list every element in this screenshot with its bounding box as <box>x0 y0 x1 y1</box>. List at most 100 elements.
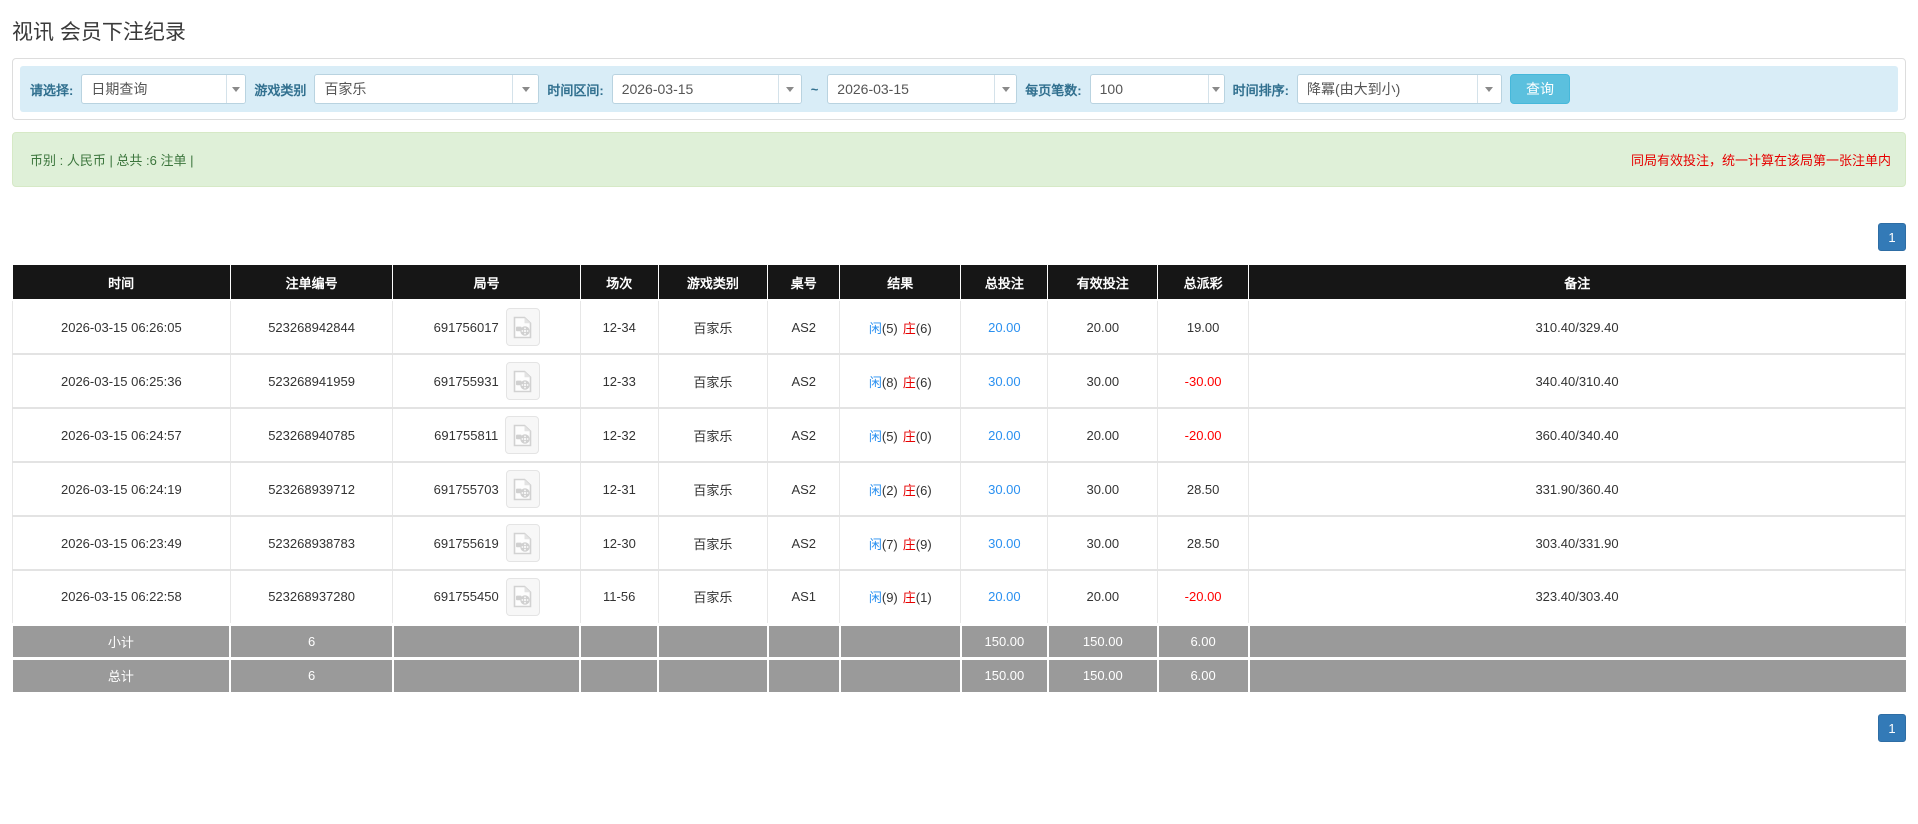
payout: -20.00 <box>1157 408 1250 463</box>
page-size-dropdown-arrow[interactable] <box>1208 75 1224 103</box>
query-type-select[interactable] <box>81 74 247 104</box>
video-file-icon <box>513 316 532 338</box>
total-bet-link[interactable]: 20.00 <box>988 428 1021 443</box>
date-from-value[interactable] <box>612 75 779 103</box>
query-type-dropdown-arrow[interactable] <box>226 75 246 103</box>
video-file-icon <box>513 370 532 392</box>
player-label: 闲 <box>868 482 882 498</box>
page-1-button[interactable]: 1 <box>1878 223 1906 251</box>
subtotal-payout: 6.00 <box>1157 622 1250 658</box>
video-file-icon <box>513 424 532 446</box>
date-from-select[interactable] <box>611 74 802 104</box>
chevron-down-icon <box>232 86 241 92</box>
header-payout: 总派彩 <box>1157 265 1250 301</box>
chevron-down-icon <box>1001 86 1010 92</box>
session: 12-30 <box>579 516 659 571</box>
valid-bet: 30.00 <box>1047 462 1159 517</box>
banker-points: (9) <box>915 536 932 552</box>
time-sort-label: 时间排序: <box>1232 82 1289 98</box>
game-category-dropdown-arrow[interactable] <box>511 75 539 103</box>
remark: 340.40/310.40 <box>1248 354 1906 409</box>
game-category-value[interactable] <box>315 75 512 103</box>
date-to-value[interactable] <box>828 75 995 103</box>
video-replay-button[interactable] <box>505 524 540 562</box>
video-file-icon <box>513 478 532 500</box>
page-size-value[interactable] <box>1090 75 1209 103</box>
header-total-bet: 总投注 <box>960 265 1049 301</box>
pagination-top: 1 <box>12 223 1906 251</box>
payout: 28.50 <box>1157 462 1250 517</box>
filter-panel: 请选择: 游戏类别 时间区间: ~ 每页笔数: 时间排序: <box>12 58 1906 120</box>
banker-label: 庄 <box>902 482 916 498</box>
valid-bet: 20.00 <box>1047 408 1159 463</box>
round-number: 691755931 <box>433 373 499 389</box>
round-number-cell: 691755450 <box>392 570 581 625</box>
banker-points: (1) <box>915 590 932 606</box>
order-number: 523268938783 <box>229 516 394 571</box>
date-from-dropdown-arrow[interactable] <box>778 75 801 103</box>
chevron-down-icon <box>1485 86 1494 92</box>
page-size-select[interactable] <box>1089 74 1225 104</box>
date-to-dropdown-arrow[interactable] <box>994 75 1017 103</box>
time-sort-dropdown-arrow[interactable] <box>1476 75 1501 103</box>
header-result: 结果 <box>839 265 962 301</box>
valid-bet: 30.00 <box>1047 354 1159 409</box>
table-row: 2026-03-15 06:26:05 523268942844 6917560… <box>12 300 1906 355</box>
round-number: 691755703 <box>433 481 499 497</box>
time-sort-select[interactable] <box>1296 74 1502 104</box>
table-header: 时间 注单编号 局号 场次 游戏类别 桌号 结果 总投注 有效投注 总派彩 备注 <box>12 265 1906 301</box>
header-session: 场次 <box>580 265 659 301</box>
page-1-button[interactable]: 1 <box>1878 714 1906 742</box>
time-range-label: 时间区间: <box>547 82 604 98</box>
session: 12-31 <box>579 462 659 517</box>
bet-time: 2026-03-15 06:25:36 <box>12 354 231 409</box>
player-points: (5) <box>881 428 898 444</box>
player-points: (9) <box>881 590 898 606</box>
total-bet-link[interactable]: 30.00 <box>988 482 1021 497</box>
query-type-value[interactable] <box>82 75 227 103</box>
game-category-select[interactable] <box>314 74 540 104</box>
search-button[interactable]: 查询 <box>1509 74 1570 104</box>
remark: 303.40/331.90 <box>1248 516 1906 571</box>
bet-time: 2026-03-15 06:24:57 <box>12 408 231 463</box>
payout: 28.50 <box>1157 516 1250 571</box>
header-valid-bet: 有效投注 <box>1047 265 1159 301</box>
total-bet-cell: 20.00 <box>960 300 1049 355</box>
player-points: (2) <box>881 482 898 498</box>
round-number-cell: 691755811 <box>392 408 581 463</box>
subtotal-row: 小计 6 150.00 150.00 6.00 <box>12 622 1906 658</box>
total-bet-link[interactable]: 20.00 <box>988 320 1021 335</box>
order-number: 523268940785 <box>229 408 394 463</box>
total-bet-link[interactable]: 30.00 <box>988 374 1021 389</box>
time-sort-value[interactable] <box>1297 75 1477 103</box>
payout: 19.00 <box>1157 300 1250 355</box>
banker-label: 庄 <box>902 320 916 336</box>
total-bet-link[interactable]: 30.00 <box>988 536 1021 551</box>
chevron-down-icon <box>521 86 530 92</box>
video-replay-button[interactable] <box>505 470 540 508</box>
total-bet-link[interactable]: 20.00 <box>988 589 1021 604</box>
subtotal-valid-bet: 150.00 <box>1047 622 1159 658</box>
filter-bar: 请选择: 游戏类别 时间区间: ~ 每页笔数: 时间排序: <box>20 66 1898 112</box>
table-number: AS2 <box>767 354 841 409</box>
query-type-label: 请选择: <box>30 82 74 98</box>
video-replay-button[interactable] <box>505 308 540 346</box>
banker-points: (6) <box>915 482 932 498</box>
table-row: 2026-03-15 06:24:57 523268940785 6917558… <box>12 408 1906 463</box>
video-replay-button[interactable] <box>505 362 540 400</box>
round-number: 691755811 <box>434 427 499 443</box>
payout: -20.00 <box>1157 570 1250 625</box>
banker-label: 庄 <box>902 374 916 390</box>
grand-total-valid-bet: 150.00 <box>1047 656 1159 692</box>
round-number: 691755619 <box>433 535 499 551</box>
round-number-cell: 691755703 <box>392 462 581 517</box>
order-number: 523268941959 <box>229 354 394 409</box>
header-order-number: 注单编号 <box>230 265 394 301</box>
game-category: 百家乐 <box>657 462 769 517</box>
valid-bet: 20.00 <box>1047 570 1159 625</box>
result-cell: 闲(5) 庄(6) <box>839 300 962 355</box>
date-to-select[interactable] <box>827 74 1018 104</box>
banker-label: 庄 <box>902 428 916 444</box>
video-replay-button[interactable] <box>505 416 540 454</box>
video-replay-button[interactable] <box>505 577 540 616</box>
